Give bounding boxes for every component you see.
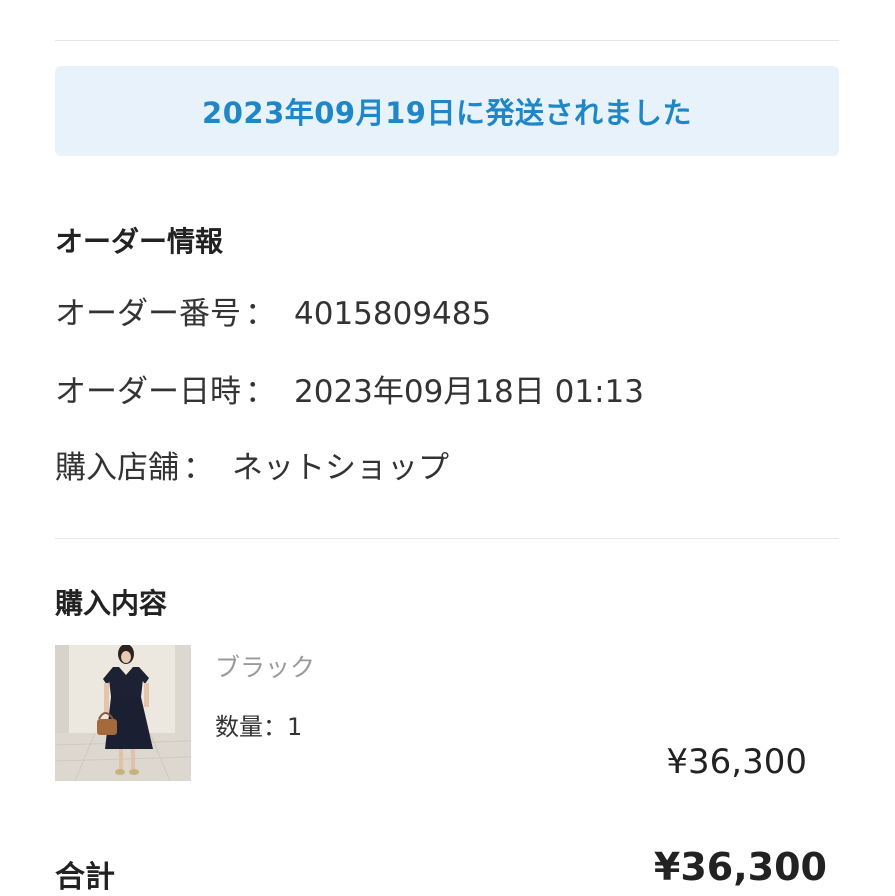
order-number-separator: ： (245, 296, 276, 332)
total-label: 合計 (55, 860, 115, 895)
order-datetime-value: 2023年09月18日 01:13 (294, 374, 644, 410)
top-divider (55, 40, 839, 41)
shipping-status-text: 2023年09月19日に発送されました (202, 96, 692, 130)
total-value: ¥36,300 (653, 845, 827, 889)
shipping-status-banner: 2023年09月19日に発送されました (55, 66, 839, 156)
order-number-value: 4015809485 (294, 296, 492, 332)
store-row: 購入店舗 ： ネットショップ (55, 442, 449, 487)
store-value: ネットショップ (232, 450, 449, 486)
product-price: ¥36,300 (666, 742, 807, 782)
order-datetime-separator: ： (245, 374, 276, 410)
product-image[interactable] (55, 645, 191, 781)
store-separator: ： (183, 450, 214, 486)
order-info-title: オーダー情報 (55, 225, 224, 258)
section-divider (55, 538, 839, 539)
store-label: 購入店舗 (55, 450, 179, 486)
order-number-label: オーダー番号 (55, 296, 241, 332)
order-datetime-label: オーダー日時 (55, 374, 241, 410)
order-number-row: オーダー番号 ： 4015809485 (55, 288, 491, 333)
product-color: ブラック (215, 653, 316, 682)
product-quantity: 数量：1 (215, 713, 303, 741)
purchase-contents-title: 購入内容 (55, 587, 168, 620)
order-datetime-row: オーダー日時 ： 2023年09月18日 01:13 (55, 366, 644, 411)
